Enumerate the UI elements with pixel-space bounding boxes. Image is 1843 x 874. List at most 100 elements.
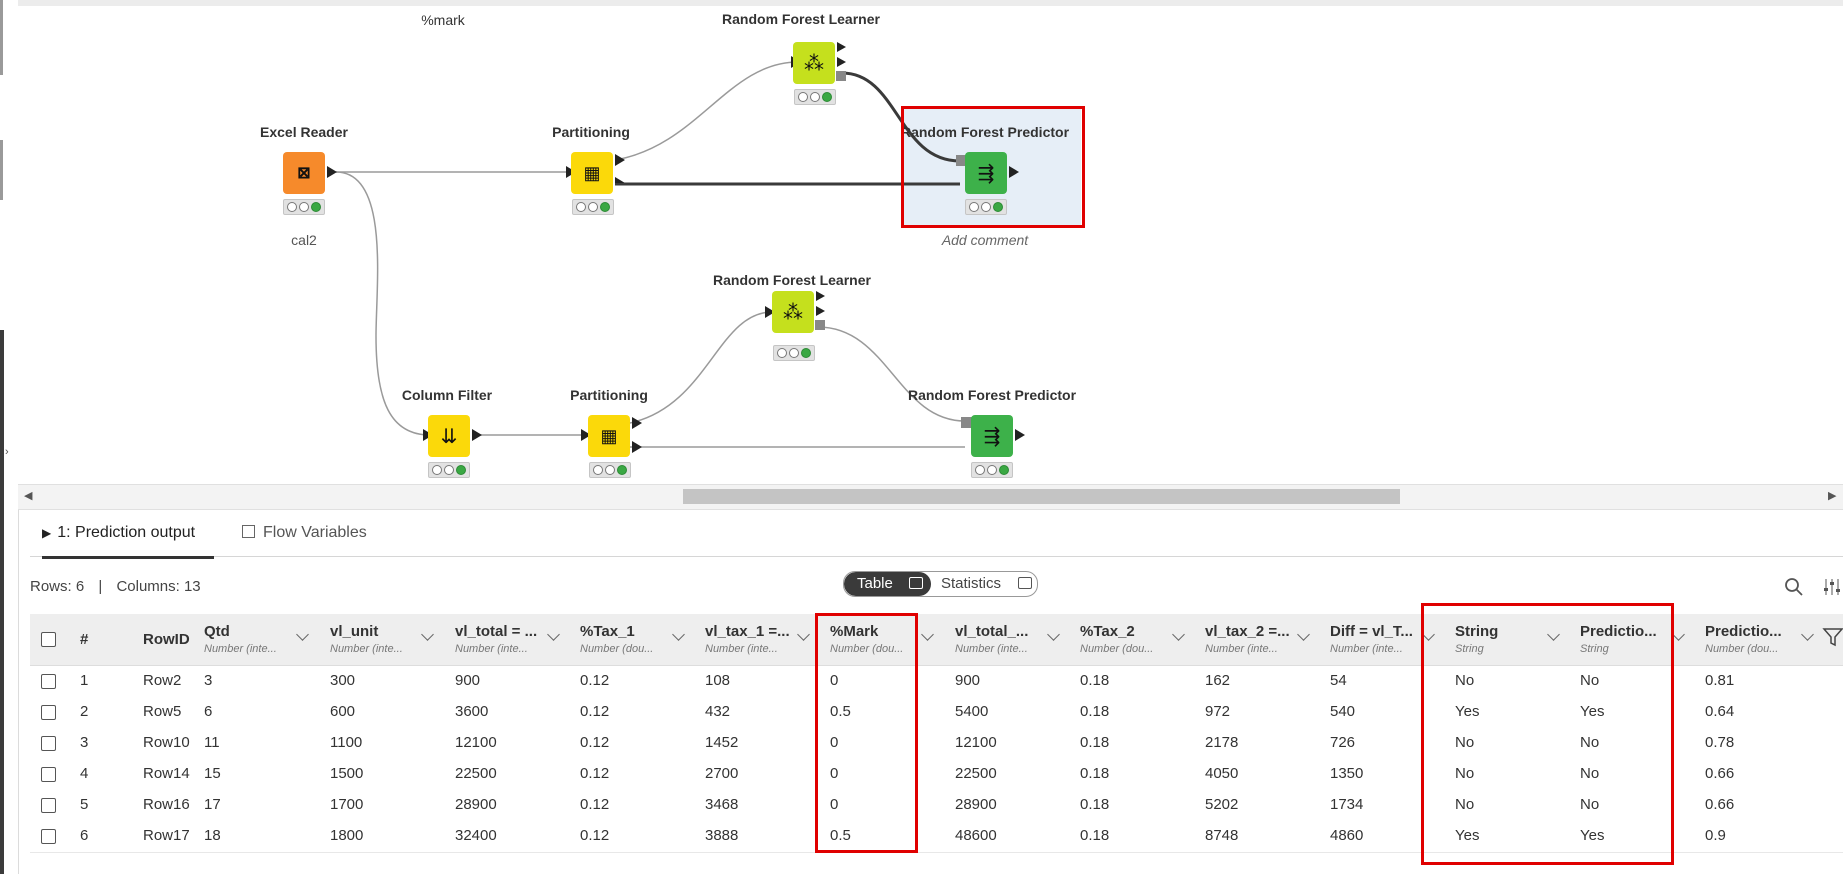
column-menu-chevron-icon[interactable] xyxy=(672,628,685,641)
output-port xyxy=(1015,429,1025,441)
flow-variable-icon xyxy=(242,525,255,538)
table-cell: 0.18 xyxy=(1080,734,1110,751)
table-cell: 108 xyxy=(705,672,731,689)
table-cell: 0.66 xyxy=(1705,796,1735,813)
column-header-type: Number (inte... xyxy=(1330,643,1403,655)
side-panel-strip: › xyxy=(0,0,19,874)
workflow-canvas[interactable]: %mark Random Forest Learner ⁂ Excel Read… xyxy=(18,6,1843,484)
partition-table-icon: ▦ xyxy=(583,162,601,183)
column-menu-chevron-icon[interactable] xyxy=(797,628,810,641)
row-checkbox[interactable] xyxy=(41,705,56,720)
node-status-lights xyxy=(589,462,631,478)
rf-predictor-node-bottom[interactable]: ⇶ xyxy=(971,415,1013,457)
column-header-name[interactable]: RowID xyxy=(143,631,190,648)
rf-learner-node-bottom[interactable]: ⁂ xyxy=(772,291,814,333)
table-cell: 1452 xyxy=(705,734,739,751)
open-window-icon[interactable] xyxy=(909,577,923,589)
column-header-name[interactable]: Diff = vl_T... xyxy=(1330,623,1413,640)
column-menu-chevron-icon[interactable] xyxy=(296,628,309,641)
table-cell: 540 xyxy=(1330,703,1356,720)
partitioning-node-bottom[interactable]: ▦ xyxy=(588,415,630,457)
column-menu-chevron-icon[interactable] xyxy=(1801,628,1814,641)
row-checkbox[interactable] xyxy=(41,798,56,813)
table-cell: 12100 xyxy=(955,734,997,751)
column-menu-chevron-icon[interactable] xyxy=(921,628,934,641)
table-cell: 11 xyxy=(204,734,220,751)
table-cell: 1700 xyxy=(330,796,364,813)
row-checkbox[interactable] xyxy=(41,829,56,844)
column-header-name[interactable]: %Tax_1 xyxy=(580,623,635,640)
node-status-lights xyxy=(794,89,836,105)
node-title-rf-predictor-bottom: Random Forest Predictor xyxy=(907,387,1077,403)
column-header-name[interactable]: vl_total = ... xyxy=(455,623,537,640)
table-cell: 1100 xyxy=(330,734,363,751)
strip-segment xyxy=(0,0,3,75)
search-icon[interactable] xyxy=(1784,577,1804,602)
column-header-type: Number (inte... xyxy=(330,643,403,655)
column-header-type: Number (dou... xyxy=(1705,643,1779,655)
scrollbar-thumb[interactable] xyxy=(683,489,1400,504)
add-comment-label[interactable]: Add comment xyxy=(942,232,1028,248)
column-header-name[interactable]: %Tax_2 xyxy=(1080,623,1135,640)
column-header-name[interactable]: # xyxy=(80,631,88,648)
row-checkbox[interactable] xyxy=(41,736,56,751)
select-all-checkbox[interactable] xyxy=(41,632,56,647)
settings-sliders-icon[interactable] xyxy=(1823,577,1841,602)
node-comment-excel-reader[interactable]: cal2 xyxy=(291,232,317,248)
connection-line xyxy=(817,326,966,422)
table-statistics-toggle[interactable]: Table Statistics xyxy=(843,571,1038,597)
column-header-name[interactable]: vl_tax_1 =... xyxy=(705,623,790,640)
partitioning-node-top[interactable]: ▦ xyxy=(571,152,613,194)
table-cell: 12100 xyxy=(455,734,497,751)
table-cell: 0.64 xyxy=(1705,703,1735,720)
table-cell: 1350 xyxy=(1330,765,1364,782)
tab-label: Flow Variables xyxy=(263,524,367,541)
table-cell: 5202 xyxy=(1205,796,1239,813)
column-header-name[interactable]: vl_total_... xyxy=(955,623,1028,640)
output-port xyxy=(327,166,337,178)
column-filter-node[interactable]: ⇊ xyxy=(428,415,470,457)
row-checkbox[interactable] xyxy=(41,674,56,689)
row-checkbox[interactable] xyxy=(41,767,56,782)
scroll-right-icon[interactable]: ▶ xyxy=(1828,489,1836,502)
node-title-column-filter: Column Filter xyxy=(401,387,493,403)
table-toggle-option[interactable]: Table xyxy=(844,572,931,596)
rf-learner-node-top[interactable]: ⁂ xyxy=(793,42,835,84)
statistics-toggle-label[interactable]: Statistics xyxy=(941,575,1001,592)
open-window-icon[interactable] xyxy=(1018,577,1032,589)
excel-file-icon: ⊠ xyxy=(297,165,311,182)
table-cell: 0.18 xyxy=(1080,703,1110,720)
canvas-horizontal-scrollbar[interactable]: ◀ ▶ xyxy=(18,484,1843,510)
tab-prediction-output[interactable]: ▶ 1: Prediction output xyxy=(42,518,214,559)
column-header-name[interactable]: vl_tax_2 =... xyxy=(1205,623,1290,640)
connection-line xyxy=(614,61,799,161)
column-menu-chevron-icon[interactable] xyxy=(1672,628,1685,641)
table-cell: 54 xyxy=(1330,672,1347,689)
node-status-lights xyxy=(283,199,325,215)
column-header-name[interactable]: Predictio... xyxy=(1705,623,1782,640)
table-cell: 900 xyxy=(955,672,981,689)
strip-dark-bar xyxy=(0,330,4,874)
column-header-type: Number (dou... xyxy=(1080,643,1154,655)
column-menu-chevron-icon[interactable] xyxy=(547,628,560,641)
expand-panel-icon[interactable]: › xyxy=(5,446,9,458)
tab-flow-variables[interactable]: Flow Variables xyxy=(242,518,367,556)
node-title-excel-reader: Excel Reader xyxy=(260,124,348,140)
output-ports xyxy=(632,417,642,453)
filter-icon[interactable] xyxy=(1822,626,1843,653)
column-menu-chevron-icon[interactable] xyxy=(1172,628,1185,641)
column-header-name[interactable]: vl_unit xyxy=(330,623,378,640)
table-cell: 2178 xyxy=(1205,734,1239,751)
column-menu-chevron-icon[interactable] xyxy=(1297,628,1310,641)
table-cell: Row10 xyxy=(143,734,190,751)
excel-reader-node[interactable]: ⊠ xyxy=(283,152,325,194)
column-header-name[interactable]: Qtd xyxy=(204,623,230,640)
column-menu-chevron-icon[interactable] xyxy=(1047,628,1060,641)
random-forest-learner-icon: ⁂ xyxy=(804,52,824,75)
scroll-left-icon[interactable]: ◀ xyxy=(24,489,32,502)
column-menu-chevron-icon[interactable] xyxy=(421,628,434,641)
node-status-lights xyxy=(971,462,1013,478)
table-cell: 1800 xyxy=(330,827,364,844)
table-cell: 300 xyxy=(330,672,356,689)
column-count: Columns: 13 xyxy=(116,578,201,595)
